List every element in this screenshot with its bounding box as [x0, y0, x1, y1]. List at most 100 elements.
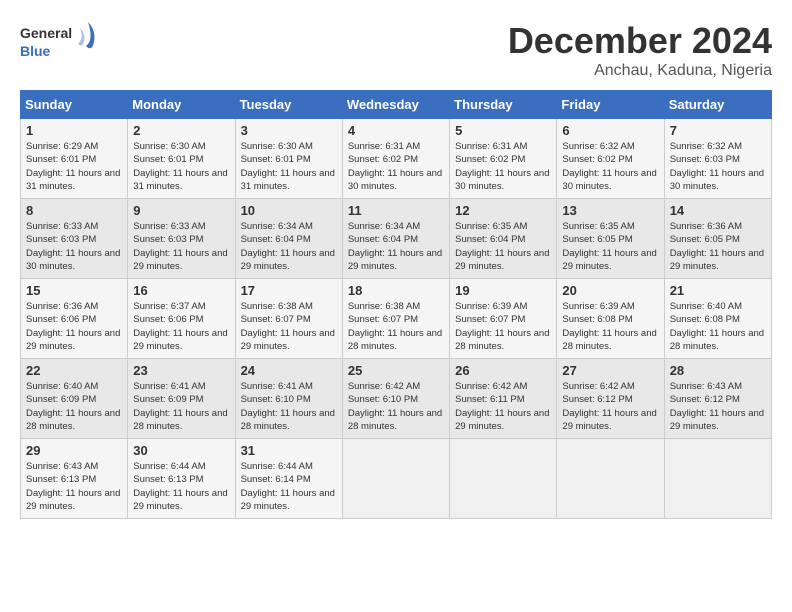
sunset: Sunset: 6:01 PM	[26, 154, 96, 165]
daylight: Daylight: 11 hours and 29 minutes.	[455, 408, 549, 432]
daylight: Daylight: 11 hours and 29 minutes.	[241, 248, 335, 272]
calendar-cell: 1 Sunrise: 6:29 AM Sunset: 6:01 PM Dayli…	[21, 119, 128, 199]
calendar-cell: 14 Sunrise: 6:36 AM Sunset: 6:05 PM Dayl…	[664, 199, 771, 279]
sunset: Sunset: 6:04 PM	[348, 234, 418, 245]
sunrise: Sunrise: 6:42 AM	[348, 381, 420, 392]
daylight: Daylight: 11 hours and 30 minutes.	[26, 248, 120, 272]
month-year: December 2024	[508, 20, 772, 62]
sunset: Sunset: 6:09 PM	[26, 394, 96, 405]
day-info: Sunrise: 6:34 AM Sunset: 6:04 PM Dayligh…	[348, 220, 444, 273]
calendar-cell: 11 Sunrise: 6:34 AM Sunset: 6:04 PM Dayl…	[342, 199, 449, 279]
day-number: 21	[670, 283, 766, 298]
daylight: Daylight: 11 hours and 28 minutes.	[455, 328, 549, 352]
daylight: Daylight: 11 hours and 29 minutes.	[562, 248, 656, 272]
day-number: 10	[241, 203, 337, 218]
calendar-week-row: 8 Sunrise: 6:33 AM Sunset: 6:03 PM Dayli…	[21, 199, 772, 279]
sunrise: Sunrise: 6:33 AM	[26, 221, 98, 232]
sunset: Sunset: 6:04 PM	[455, 234, 525, 245]
sunrise: Sunrise: 6:43 AM	[26, 461, 98, 472]
sunset: Sunset: 6:07 PM	[348, 314, 418, 325]
calendar-cell: 13 Sunrise: 6:35 AM Sunset: 6:05 PM Dayl…	[557, 199, 664, 279]
daylight: Daylight: 11 hours and 29 minutes.	[26, 488, 120, 512]
calendar-cell	[450, 439, 557, 519]
calendar-cell: 20 Sunrise: 6:39 AM Sunset: 6:08 PM Dayl…	[557, 279, 664, 359]
daylight: Daylight: 11 hours and 29 minutes.	[241, 328, 335, 352]
day-info: Sunrise: 6:32 AM Sunset: 6:02 PM Dayligh…	[562, 140, 658, 193]
sunrise: Sunrise: 6:44 AM	[241, 461, 313, 472]
day-info: Sunrise: 6:43 AM Sunset: 6:12 PM Dayligh…	[670, 380, 766, 433]
sunset: Sunset: 6:14 PM	[241, 474, 311, 485]
sunrise: Sunrise: 6:34 AM	[348, 221, 420, 232]
day-info: Sunrise: 6:39 AM Sunset: 6:07 PM Dayligh…	[455, 300, 551, 353]
sunset: Sunset: 6:01 PM	[241, 154, 311, 165]
sunset: Sunset: 6:03 PM	[26, 234, 96, 245]
sunrise: Sunrise: 6:44 AM	[133, 461, 205, 472]
daylight: Daylight: 11 hours and 31 minutes.	[241, 168, 335, 192]
day-number: 16	[133, 283, 229, 298]
daylight: Daylight: 11 hours and 29 minutes.	[670, 248, 764, 272]
daylight: Daylight: 11 hours and 28 minutes.	[241, 408, 335, 432]
calendar-cell: 9 Sunrise: 6:33 AM Sunset: 6:03 PM Dayli…	[128, 199, 235, 279]
sunrise: Sunrise: 6:30 AM	[241, 141, 313, 152]
day-number: 24	[241, 363, 337, 378]
daylight: Daylight: 11 hours and 29 minutes.	[133, 488, 227, 512]
day-number: 5	[455, 123, 551, 138]
day-info: Sunrise: 6:36 AM Sunset: 6:06 PM Dayligh…	[26, 300, 122, 353]
calendar-cell: 3 Sunrise: 6:30 AM Sunset: 6:01 PM Dayli…	[235, 119, 342, 199]
day-number: 28	[670, 363, 766, 378]
calendar-cell: 25 Sunrise: 6:42 AM Sunset: 6:10 PM Dayl…	[342, 359, 449, 439]
sunrise: Sunrise: 6:38 AM	[241, 301, 313, 312]
day-info: Sunrise: 6:37 AM Sunset: 6:06 PM Dayligh…	[133, 300, 229, 353]
day-info: Sunrise: 6:38 AM Sunset: 6:07 PM Dayligh…	[348, 300, 444, 353]
sunrise: Sunrise: 6:32 AM	[670, 141, 742, 152]
daylight: Daylight: 11 hours and 28 minutes.	[26, 408, 120, 432]
weekday-header: Saturday	[664, 91, 771, 119]
sunset: Sunset: 6:01 PM	[133, 154, 203, 165]
calendar-cell: 28 Sunrise: 6:43 AM Sunset: 6:12 PM Dayl…	[664, 359, 771, 439]
daylight: Daylight: 11 hours and 29 minutes.	[670, 408, 764, 432]
daylight: Daylight: 11 hours and 28 minutes.	[348, 328, 442, 352]
day-info: Sunrise: 6:43 AM Sunset: 6:13 PM Dayligh…	[26, 460, 122, 513]
daylight: Daylight: 11 hours and 30 minutes.	[348, 168, 442, 192]
calendar-cell: 7 Sunrise: 6:32 AM Sunset: 6:03 PM Dayli…	[664, 119, 771, 199]
daylight: Daylight: 11 hours and 30 minutes.	[670, 168, 764, 192]
day-number: 19	[455, 283, 551, 298]
sunrise: Sunrise: 6:39 AM	[455, 301, 527, 312]
sunrise: Sunrise: 6:35 AM	[562, 221, 634, 232]
day-info: Sunrise: 6:39 AM Sunset: 6:08 PM Dayligh…	[562, 300, 658, 353]
calendar-cell: 31 Sunrise: 6:44 AM Sunset: 6:14 PM Dayl…	[235, 439, 342, 519]
day-number: 26	[455, 363, 551, 378]
day-number: 3	[241, 123, 337, 138]
day-number: 18	[348, 283, 444, 298]
calendar-header: SundayMondayTuesdayWednesdayThursdayFrid…	[21, 91, 772, 119]
sunrise: Sunrise: 6:39 AM	[562, 301, 634, 312]
sunrise: Sunrise: 6:41 AM	[241, 381, 313, 392]
calendar-cell: 26 Sunrise: 6:42 AM Sunset: 6:11 PM Dayl…	[450, 359, 557, 439]
calendar-cell: 21 Sunrise: 6:40 AM Sunset: 6:08 PM Dayl…	[664, 279, 771, 359]
day-number: 13	[562, 203, 658, 218]
day-number: 6	[562, 123, 658, 138]
sunset: Sunset: 6:10 PM	[348, 394, 418, 405]
calendar-body: 1 Sunrise: 6:29 AM Sunset: 6:01 PM Dayli…	[21, 119, 772, 519]
day-number: 11	[348, 203, 444, 218]
weekday-header: Friday	[557, 91, 664, 119]
day-number: 27	[562, 363, 658, 378]
day-info: Sunrise: 6:40 AM Sunset: 6:09 PM Dayligh…	[26, 380, 122, 433]
day-number: 8	[26, 203, 122, 218]
calendar-cell: 15 Sunrise: 6:36 AM Sunset: 6:06 PM Dayl…	[21, 279, 128, 359]
calendar-cell: 10 Sunrise: 6:34 AM Sunset: 6:04 PM Dayl…	[235, 199, 342, 279]
calendar-cell: 17 Sunrise: 6:38 AM Sunset: 6:07 PM Dayl…	[235, 279, 342, 359]
day-number: 2	[133, 123, 229, 138]
day-info: Sunrise: 6:36 AM Sunset: 6:05 PM Dayligh…	[670, 220, 766, 273]
daylight: Daylight: 11 hours and 31 minutes.	[133, 168, 227, 192]
daylight: Daylight: 11 hours and 29 minutes.	[562, 408, 656, 432]
daylight: Daylight: 11 hours and 29 minutes.	[455, 248, 549, 272]
calendar-cell: 23 Sunrise: 6:41 AM Sunset: 6:09 PM Dayl…	[128, 359, 235, 439]
calendar-cell: 30 Sunrise: 6:44 AM Sunset: 6:13 PM Dayl…	[128, 439, 235, 519]
sunrise: Sunrise: 6:41 AM	[133, 381, 205, 392]
daylight: Daylight: 11 hours and 29 minutes.	[133, 328, 227, 352]
logo: General Blue	[20, 20, 100, 65]
page-header: General Blue December 2024 Anchau, Kadun…	[20, 20, 772, 80]
sunset: Sunset: 6:12 PM	[562, 394, 632, 405]
calendar-week-row: 22 Sunrise: 6:40 AM Sunset: 6:09 PM Dayl…	[21, 359, 772, 439]
